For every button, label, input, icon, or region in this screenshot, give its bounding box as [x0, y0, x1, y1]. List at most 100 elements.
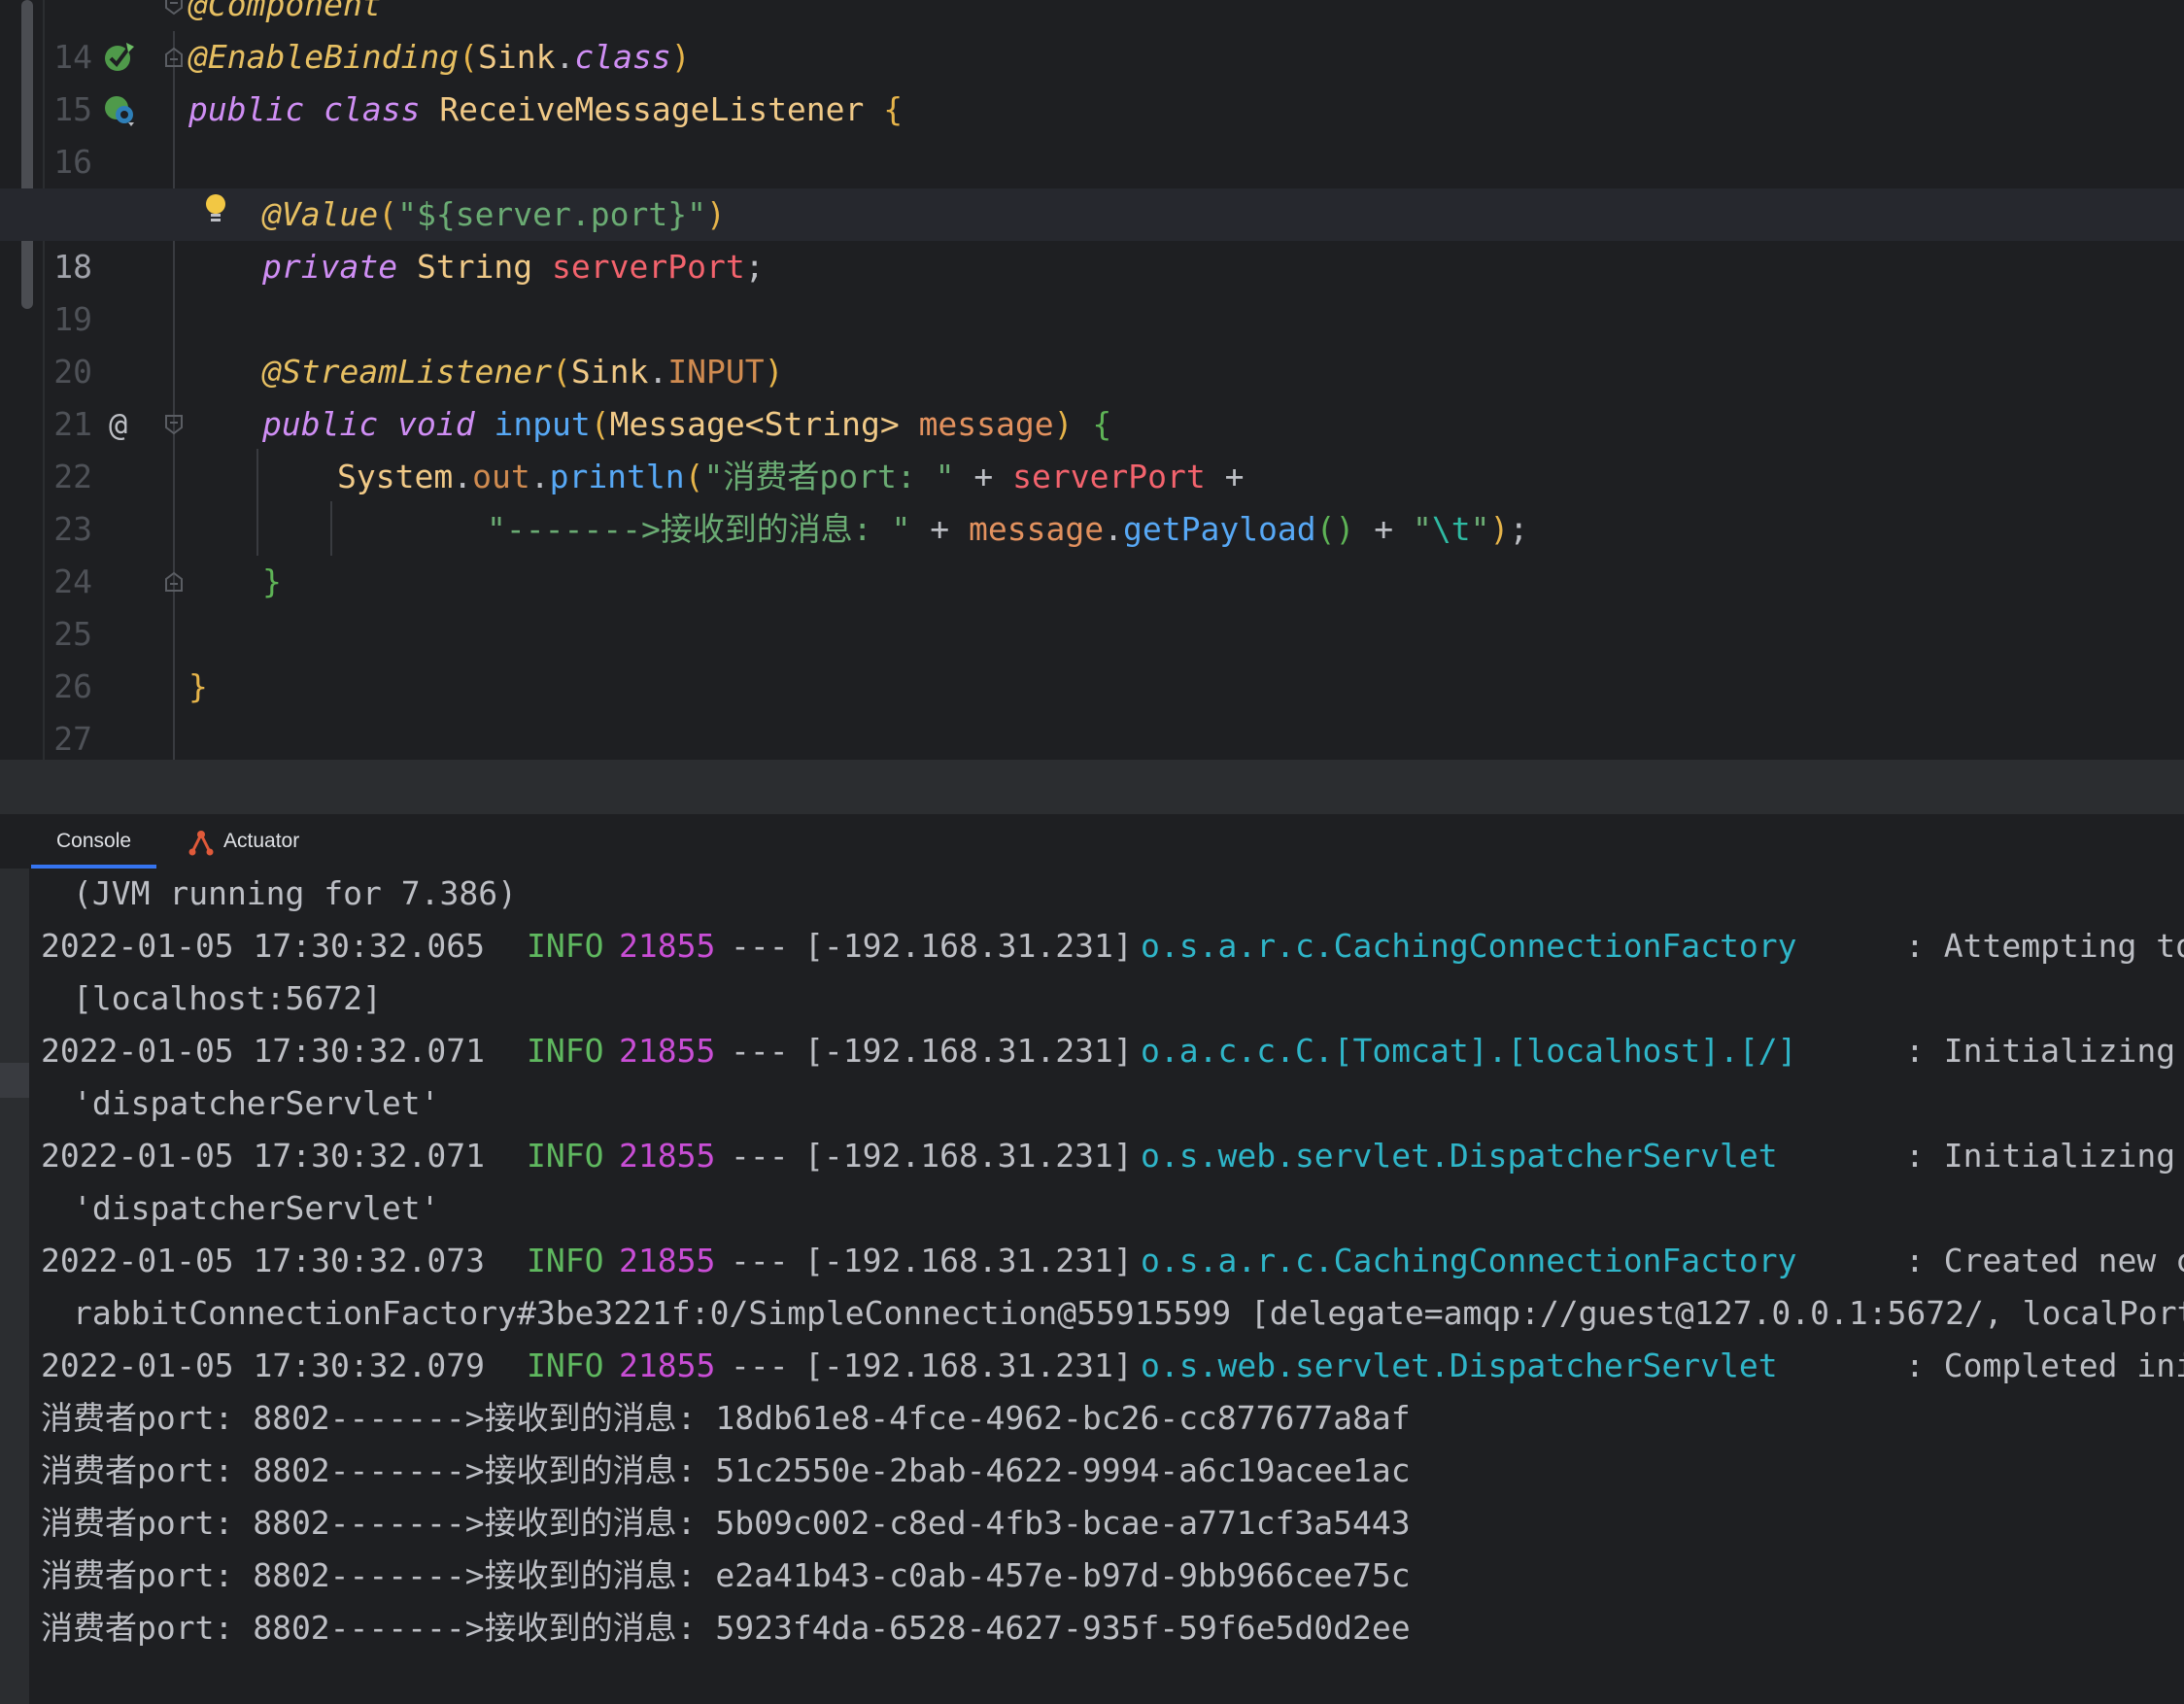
log-thread: [-192.168.31.231] — [804, 1137, 1133, 1175]
stdout-text: 消费者port: 8802------->接收到的消息: 51c2550e-2b… — [41, 1451, 1411, 1489]
log-separator: --- — [731, 1242, 789, 1279]
log-logger: o.a.c.c.C.[Tomcat].[localhost].[/] — [1141, 1032, 1797, 1070]
stdout-line: 消费者port: 8802------->接收到的消息: 18db61e8-4f… — [29, 1392, 2184, 1445]
log-continuation: rabbitConnectionFactory#3be3221f:0/Simpl… — [29, 1287, 2184, 1340]
tab-label: Actuator — [223, 830, 300, 852]
log-level: INFO — [527, 1242, 604, 1279]
log-continuation-text: rabbitConnectionFactory#3be3221f:0/Simpl… — [73, 1294, 2184, 1332]
log-timestamp: 2022-01-05 17:30:32.079 — [41, 1346, 485, 1384]
log-message: : Created new c — [1905, 1242, 2184, 1279]
console-gutter — [0, 869, 29, 1704]
stdout-text: 消费者port: 8802------->接收到的消息: 5b09c002-c8… — [41, 1504, 1411, 1542]
code-line[interactable]: 22 @ public void input(Message<String> m… — [0, 398, 2184, 495]
log-message: : Initializing — [1905, 1137, 2176, 1175]
log-timestamp: 2022-01-05 17:30:32.073 — [41, 1242, 485, 1279]
log-pid: 21855 — [619, 1032, 716, 1070]
code-text: System.out.println("消费者port: " + serverP… — [337, 458, 1245, 495]
log-separator: --- — [731, 1346, 789, 1384]
stdout-text: 消费者port: 8802------->接收到的消息: 5923f4da-65… — [41, 1609, 1411, 1647]
log-continuation: 'dispatcherServlet' — [29, 1182, 2184, 1235]
code-line[interactable]: 28 — [0, 713, 2184, 760]
tool-window-tabbar: Console Actuator — [0, 814, 2184, 869]
stdout-text: 消费者port: 8802------->接收到的消息: e2a41b43-c0… — [41, 1556, 1411, 1594]
log-logger: o.s.a.r.c.CachingConnectionFactory — [1141, 1242, 1797, 1279]
code-text: @EnableBinding(Sink.class) — [188, 38, 691, 76]
log-thread: [-192.168.31.231] — [804, 927, 1133, 965]
log-line: 2022-01-05 17:30:32.065 INFO 21855 --- [-192… — [29, 920, 2184, 972]
log-message: : Attempting to — [1905, 927, 2184, 965]
code-line[interactable]: 17 — [0, 136, 2184, 233]
log-level: INFO — [527, 1346, 604, 1384]
log-logger: o.s.a.r.c.CachingConnectionFactory — [1141, 927, 1797, 965]
stdout-line: 消费者port: 8802------->接收到的消息: e2a41b43-c0… — [29, 1550, 2184, 1602]
log-pid: 21855 — [619, 1242, 716, 1279]
implements-at-icon[interactable]: @ — [109, 398, 127, 451]
code-text: @Value("${server.port}") — [262, 195, 726, 233]
code-line[interactable]: 27 } — [0, 661, 2184, 758]
code-line[interactable]: 24 "------->接收到的消息: " + message.getPaylo… — [0, 503, 2184, 600]
log-timestamp: 2022-01-05 17:30:32.071 — [41, 1137, 485, 1175]
code-text: @Component — [188, 0, 382, 23]
code-line-current[interactable]: 18 @Value("${server.port}") — [0, 188, 2184, 286]
fold-marker-icon[interactable] — [164, 571, 184, 593]
stdout-line: 消费者port: 8802------->接收到的消息: 5923f4da-65… — [29, 1602, 2184, 1654]
log-line: 2022-01-05 17:30:32.079 INFO 21855 --- [-192… — [29, 1340, 2184, 1392]
tab-actuator[interactable]: Actuator — [187, 814, 299, 869]
tab-console[interactable]: Console — [30, 814, 157, 869]
log-thread: [-192.168.31.231] — [804, 1032, 1133, 1070]
log-continuation: [localhost:5672] — [29, 972, 2184, 1025]
code-text: public void input(Message<String> messag… — [262, 405, 1112, 443]
log-logger: o.s.web.servlet.DispatcherServlet — [1141, 1346, 1778, 1384]
code-editor[interactable]: 14 @Component 15 @EnableBinding(Sink.cla… — [0, 0, 2184, 760]
code-line[interactable]: 26 — [0, 608, 2184, 705]
code-line[interactable]: 20 — [0, 293, 2184, 391]
code-text: } — [262, 562, 282, 600]
code-line[interactable]: 15 @EnableBinding(Sink.class) — [0, 31, 2184, 128]
log-line: 2022-01-05 17:30:32.071 INFO 21855 --- [-192… — [29, 1025, 2184, 1077]
code-line[interactable]: 21 @StreamListener(Sink.INPUT) — [0, 346, 2184, 443]
log-continuation: 'dispatcherServlet' — [29, 1077, 2184, 1130]
intention-bulb-icon[interactable] — [204, 192, 227, 225]
code-line[interactable]: 19 private String serverPort; — [0, 241, 2184, 338]
code-line[interactable]: 16 public class ReceiveMessageListener { — [0, 84, 2184, 181]
log-separator: --- — [731, 927, 789, 965]
log-logger: o.s.web.servlet.DispatcherServlet — [1141, 1137, 1778, 1175]
code-text: private String serverPort; — [262, 248, 765, 286]
log-separator: --- — [731, 1137, 789, 1175]
tab-label: Console — [56, 830, 132, 852]
stdout-line: 消费者port: 8802------->接收到的消息: 51c2550e-2b… — [29, 1445, 2184, 1497]
log-continuation: (JVM running for 7.386) — [29, 869, 2184, 920]
actuator-icon — [188, 831, 214, 856]
log-message: : Completed ini — [1905, 1346, 2184, 1384]
log-continuation-text: [localhost:5672] — [73, 979, 382, 1017]
stdout-line: 消费者port: 8802------->接收到的消息: 5b09c002-c8… — [29, 1497, 2184, 1550]
log-timestamp: 2022-01-05 17:30:32.065 — [41, 927, 485, 965]
log-separator: --- — [731, 1032, 789, 1070]
log-timestamp: 2022-01-05 17:30:32.071 — [41, 1032, 485, 1070]
code-text: public class ReceiveMessageListener { — [188, 90, 904, 128]
log-message: : Initializing — [1905, 1032, 2176, 1070]
spring-component-icon[interactable] — [103, 93, 136, 126]
fold-marker-icon[interactable] — [164, 0, 184, 16]
spring-bean-icon[interactable] — [103, 41, 136, 74]
code-line[interactable]: 23 System.out.println("消费者port: " + serv… — [0, 451, 2184, 548]
log-pid: 21855 — [619, 1346, 716, 1384]
log-pid: 21855 — [619, 1137, 716, 1175]
fold-marker-icon[interactable] — [164, 414, 184, 435]
log-level: INFO — [527, 1137, 604, 1175]
log-thread: [-192.168.31.231] — [804, 1346, 1133, 1384]
log-thread: [-192.168.31.231] — [804, 1242, 1133, 1279]
log-continuation-text: 'dispatcherServlet' — [73, 1189, 440, 1227]
code-text: } — [188, 667, 208, 705]
code-line[interactable]: 14 @Component — [0, 0, 2184, 76]
log-level: INFO — [527, 927, 604, 965]
code-text: "------->接收到的消息: " + message.getPayload(… — [487, 510, 1529, 548]
scroll-marker — [0, 1063, 29, 1098]
log-line: 2022-01-05 17:30:32.071 INFO 21855 --- [-192… — [29, 1130, 2184, 1182]
fold-marker-icon[interactable] — [164, 47, 184, 68]
console-output[interactable]: (JVM running for 7.386) 2022-01-05 17:30:… — [29, 869, 2184, 1704]
code-line[interactable]: 25 } — [0, 556, 2184, 653]
panel-splitter[interactable] — [0, 760, 2184, 814]
log-level: INFO — [527, 1032, 604, 1070]
log-line: 2022-01-05 17:30:32.073 INFO 21855 --- [-192… — [29, 1235, 2184, 1287]
